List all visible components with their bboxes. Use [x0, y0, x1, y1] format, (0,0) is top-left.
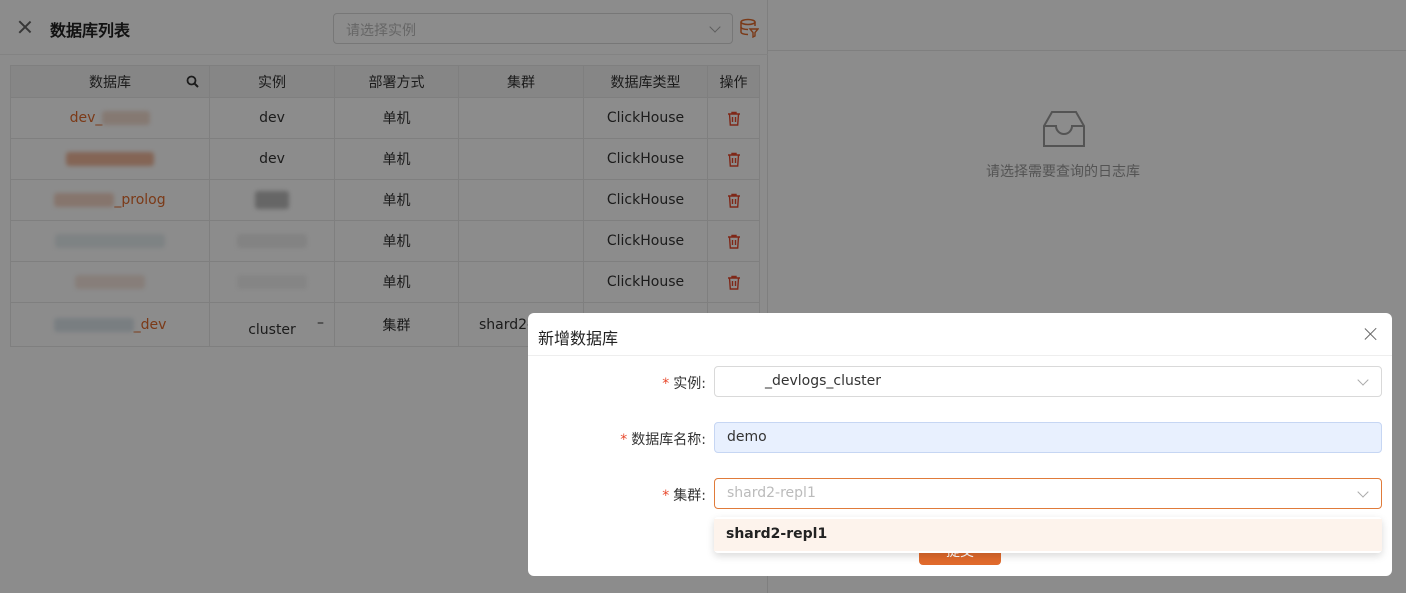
cluster-select[interactable]: shard2-repl1	[714, 478, 1382, 509]
dropdown-option-label: shard2-repl1	[726, 526, 828, 542]
dbname-input-value: demo	[727, 429, 767, 445]
cluster-label: * 集群:	[662, 488, 706, 504]
instance-select[interactable]: _devlogs_cluster	[714, 366, 1382, 397]
cluster-dropdown: shard2-repl1	[714, 517, 1382, 553]
modal-title: 新增数据库	[538, 329, 619, 348]
chevron-down-icon	[1357, 374, 1369, 386]
dbname-label: * 数据库名称:	[620, 432, 706, 448]
chevron-down-icon	[1357, 486, 1369, 498]
instance-label: * 实例:	[662, 376, 706, 392]
dbname-input[interactable]: demo	[714, 422, 1382, 453]
modal-divider	[528, 355, 1392, 356]
close-icon[interactable]	[1362, 325, 1380, 343]
dropdown-option[interactable]: shard2-repl1	[714, 519, 1382, 551]
instance-select-value: _devlogs_cluster	[765, 373, 882, 389]
add-database-modal: 新增数据库 * 实例: _devlogs_cluster * 数据库名称: demo…	[528, 313, 1392, 576]
cluster-select-placeholder: shard2-repl1	[727, 485, 816, 501]
